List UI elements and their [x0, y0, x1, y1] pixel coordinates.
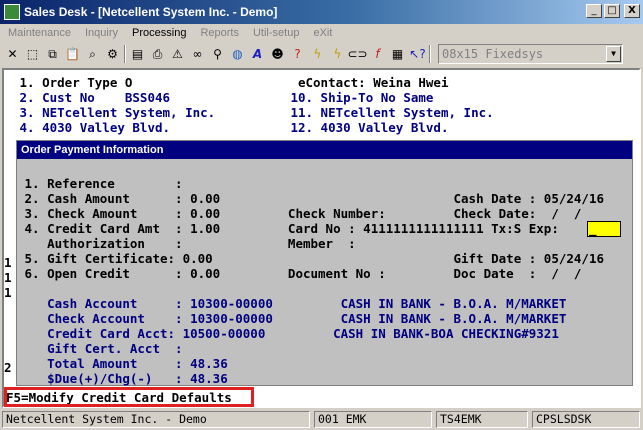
margin-digit: 1 — [4, 255, 12, 270]
print-icon[interactable]: ⎙ — [149, 45, 166, 63]
menu-bar: Maintenance Inquiry Processing Reports U… — [0, 24, 643, 42]
font-icon[interactable]: A — [249, 45, 266, 63]
select-icon[interactable]: ⬚ — [24, 45, 41, 63]
popup-line-total: Total Amount : 48.36 — [17, 356, 228, 371]
exp-date-cursor: _ — [589, 221, 597, 236]
user-icon[interactable]: ☻ — [269, 45, 286, 63]
header-line-2: 2. Cust No BSS046 10. Ship-To No Same — [12, 90, 434, 105]
menu-inquiry[interactable]: Inquiry — [83, 27, 120, 39]
new-icon[interactable]: ✕ — [4, 45, 21, 63]
popup-line-reference[interactable]: 1. Reference : — [17, 176, 183, 191]
header-line-3: 3. NETcellent System, Inc. 11. NETcellen… — [12, 105, 494, 120]
popup-line-due: $Due(+)/Chg(-) : 48.36 — [17, 371, 228, 386]
margin-digit: 2 — [4, 360, 12, 375]
menu-reports[interactable]: Reports — [198, 27, 241, 39]
find-icon[interactable]: ⌕ — [84, 45, 101, 63]
terminal-screen[interactable]: 1. Order Type O eContact: Weina Hwei 2. … — [2, 68, 641, 408]
menu-maintenance[interactable]: Maintenance — [6, 27, 73, 39]
popup-line-cc-account: Credit Card Acct: 10500-00000 CASH IN BA… — [17, 326, 559, 341]
popup-line-credit-card[interactable]: 4. Credit Card Amt : 1.00 Card No : 4111… — [17, 221, 559, 236]
toolbar-separator — [124, 45, 126, 63]
status-bar: Netcellent System Inc. - Demo 001 EMK TS… — [0, 408, 643, 430]
header-line-4: 4. 4030 Valley Blvd. 12. 4030 Valley Blv… — [12, 120, 449, 135]
window-title: Sales Desk - [Netcellent System Inc. - D… — [24, 5, 278, 19]
link-icon[interactable]: ⊂⊃ — [347, 45, 367, 63]
globe-icon[interactable]: ◍ — [229, 45, 246, 63]
paste-icon[interactable]: 📋 — [64, 45, 81, 63]
payment-popup: Order Payment Information 1. Reference :… — [16, 140, 633, 386]
popup-line-check[interactable]: 3. Check Amount : 0.00 Check Number: Che… — [17, 206, 582, 221]
popup-line-cash[interactable]: 2. Cash Amount : 0.00 Cash Date : 05/24/… — [17, 191, 604, 206]
maximize-button[interactable]: □ — [604, 4, 620, 18]
app-icon — [4, 4, 20, 20]
calendar-icon[interactable]: ▦ — [389, 45, 406, 63]
menu-processing[interactable]: Processing — [130, 27, 188, 39]
popup-line-cash-account: Cash Account : 10300-00000 CASH IN BANK … — [17, 296, 567, 311]
lightning-icon[interactable]: ϟ — [309, 45, 326, 63]
function-icon[interactable]: f — [369, 45, 386, 63]
popup-line-check-account: Check Account : 10300-00000 CASH IN BANK… — [17, 311, 567, 326]
margin-digit: 1 — [4, 285, 12, 300]
copy-icon[interactable]: ⧉ — [44, 45, 61, 63]
status-company: Netcellent System Inc. - Demo — [2, 410, 310, 428]
binoculars-icon[interactable]: ∞ — [189, 45, 206, 63]
status-program: CPSLSDSK — [532, 410, 640, 428]
help-pointer-icon[interactable]: ↖? — [409, 45, 426, 63]
popup-line-gift[interactable]: 5. Gift Certificate: 0.00 Gift Date : 05… — [17, 251, 604, 266]
minimize-button[interactable]: _ — [586, 4, 602, 18]
lightning2-icon[interactable]: ϟ — [329, 45, 346, 63]
popup-line-authorization[interactable]: Authorization : Member : — [17, 236, 356, 251]
fkey-highlight-box — [4, 387, 254, 407]
toolbar: ✕ ⬚ ⧉ 📋 ⌕ ⚙ ▤ ⎙ ⚠ ∞ ⚲ ◍ A ☻ ? ϟ ϟ ⊂⊃ f ▦… — [0, 42, 643, 66]
settings-icon[interactable]: ⚙ — [104, 45, 121, 63]
header-line-1: 1. Order Type O eContact: Weina Hwei — [12, 75, 449, 90]
title-bar[interactable]: Sales Desk - [Netcellent System Inc. - D… — [0, 0, 643, 24]
popup-title: Order Payment Information — [17, 141, 632, 159]
note-icon[interactable]: ▤ — [129, 45, 146, 63]
search-icon[interactable]: ⚲ — [209, 45, 226, 63]
close-button[interactable]: X — [624, 4, 640, 18]
font-select-value: 08x15 Fixedsys — [442, 47, 544, 61]
menu-util-setup[interactable]: Util-setup — [251, 27, 301, 39]
status-user: 001 EMK — [314, 410, 432, 428]
exp-date-input[interactable]: _ — [587, 221, 621, 237]
popup-line-open-credit[interactable]: 6. Open Credit : 0.00 Document No : Doc … — [17, 266, 582, 281]
status-station: TS4EMK — [436, 410, 528, 428]
help-icon[interactable]: ? — [289, 45, 306, 63]
popup-line-gift-account: Gift Cert. Acct : — [17, 341, 183, 356]
font-select[interactable]: 08x15 Fixedsys ▼ — [438, 44, 623, 64]
chevron-down-icon[interactable]: ▼ — [606, 46, 621, 62]
menu-exit[interactable]: eXit — [311, 27, 334, 39]
toolbar-separator-2 — [429, 45, 431, 63]
margin-digit: 1 — [4, 270, 12, 285]
warning-icon[interactable]: ⚠ — [169, 45, 186, 63]
